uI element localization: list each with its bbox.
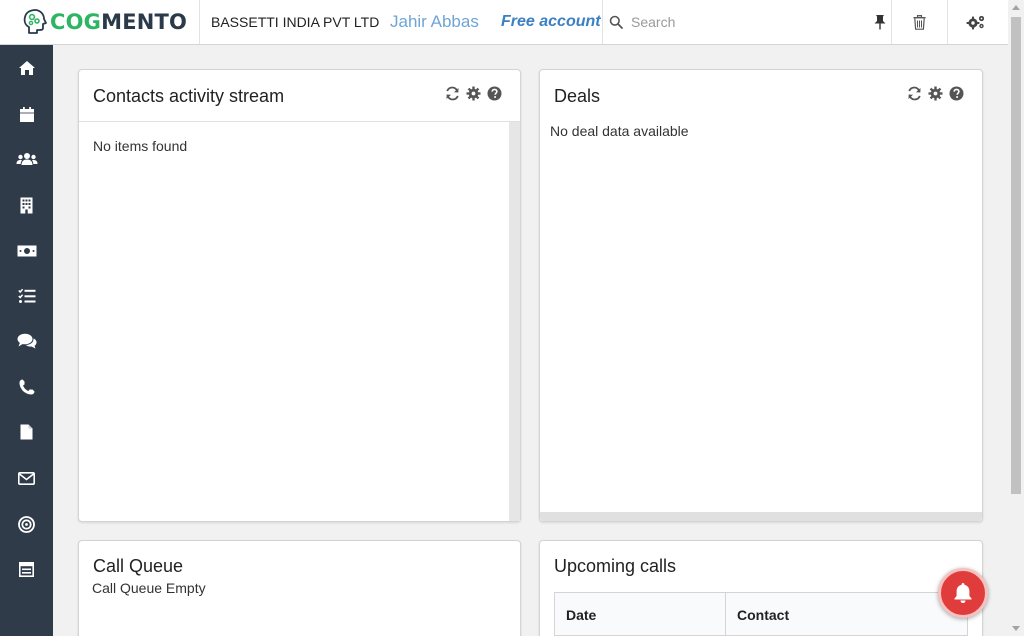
sidebar-item-campaigns[interactable]: [0, 504, 53, 544]
bullseye-icon: [18, 515, 35, 533]
sidebar-item-tasks[interactable]: [0, 276, 53, 316]
settings-icon[interactable]: [928, 86, 943, 101]
card-actions: [907, 86, 964, 101]
comments-icon: [17, 333, 37, 349]
sidebar-item-deals[interactable]: [0, 231, 53, 271]
card-scrollbar[interactable]: [509, 122, 520, 521]
scroll-up-arrow[interactable]: [1012, 5, 1020, 10]
calendar-icon: [19, 106, 34, 122]
page-scrollbar[interactable]: [1008, 0, 1024, 636]
card-title: Deals: [554, 86, 601, 106]
empty-message: No items found: [93, 138, 188, 154]
empty-message: No deal data available: [550, 123, 689, 139]
card-scrollbar[interactable]: [540, 512, 982, 521]
trash-icon: [913, 14, 926, 30]
column-header-date[interactable]: Date: [554, 592, 726, 636]
company-name: BASSETTI INDIA PVT LTD: [211, 14, 380, 30]
deals-card: Deals No deal data available: [539, 69, 983, 522]
card-title: Upcoming calls: [554, 556, 677, 576]
card-divider: [79, 121, 520, 122]
card-title: Call Queue: [93, 556, 184, 576]
tasks-icon: [17, 288, 35, 303]
sidebar-item-contacts[interactable]: [0, 139, 53, 179]
account-type-link[interactable]: Free account: [500, 0, 602, 44]
sidebar: [0, 45, 53, 636]
sidebar-item-forms[interactable]: [0, 549, 53, 589]
scroll-thumb[interactable]: [1011, 17, 1021, 494]
card-actions: [445, 86, 502, 101]
settings-icon: [966, 15, 984, 30]
card-title: Contacts activity stream: [93, 86, 285, 106]
pin-icon[interactable]: [873, 14, 887, 30]
logo-wordmark: COGMENTO: [50, 10, 188, 34]
sidebar-item-documents[interactable]: [0, 412, 53, 452]
sidebar-item-calls[interactable]: [0, 367, 53, 407]
sidebar-item-companies[interactable]: [0, 185, 53, 225]
search-icon: [609, 15, 623, 29]
top-header: COGMENTO BASSETTI INDIA PVT LTD Jahir Ab…: [0, 0, 1008, 45]
phone-icon: [19, 379, 34, 395]
refresh-icon[interactable]: [907, 86, 922, 101]
refresh-icon[interactable]: [445, 86, 460, 101]
sidebar-item-home[interactable]: [0, 48, 53, 88]
search-input[interactable]: [631, 14, 851, 30]
scroll-down-arrow[interactable]: [1012, 626, 1020, 631]
empty-message: Call Queue Empty: [92, 580, 206, 596]
user-name[interactable]: Jahir Abbas: [390, 0, 500, 44]
sidebar-item-calendar[interactable]: [0, 94, 53, 134]
trash-button[interactable]: [891, 0, 947, 44]
help-icon[interactable]: [949, 86, 964, 101]
table-header-row: Date Contact: [554, 592, 968, 636]
home-icon: [18, 61, 35, 75]
users-icon: [16, 153, 37, 165]
call-queue-card: Call Queue Call Queue Empty: [78, 540, 521, 636]
sidebar-item-cases[interactable]: [0, 321, 53, 361]
form-icon: [19, 561, 34, 577]
building-icon: [20, 197, 33, 213]
search-box[interactable]: [602, 0, 891, 44]
sidebar-item-email[interactable]: [0, 458, 53, 498]
contacts-activity-card: Contacts activity stream No items found: [78, 69, 521, 522]
app-logo[interactable]: COGMENTO: [0, 0, 200, 44]
settings-button[interactable]: [947, 0, 1003, 44]
upcoming-calls-table: Date Contact: [554, 592, 968, 636]
file-icon: [20, 424, 33, 440]
logo-head-icon: [23, 9, 47, 34]
bell-icon: [954, 583, 972, 603]
settings-icon[interactable]: [466, 86, 481, 101]
money-icon: [17, 245, 36, 257]
upcoming-calls-card: Upcoming calls Date Contact: [539, 540, 983, 636]
column-header-contact[interactable]: Contact: [725, 592, 968, 636]
help-icon[interactable]: [487, 86, 502, 101]
envelope-icon: [18, 471, 35, 485]
notification-button[interactable]: [938, 568, 988, 618]
